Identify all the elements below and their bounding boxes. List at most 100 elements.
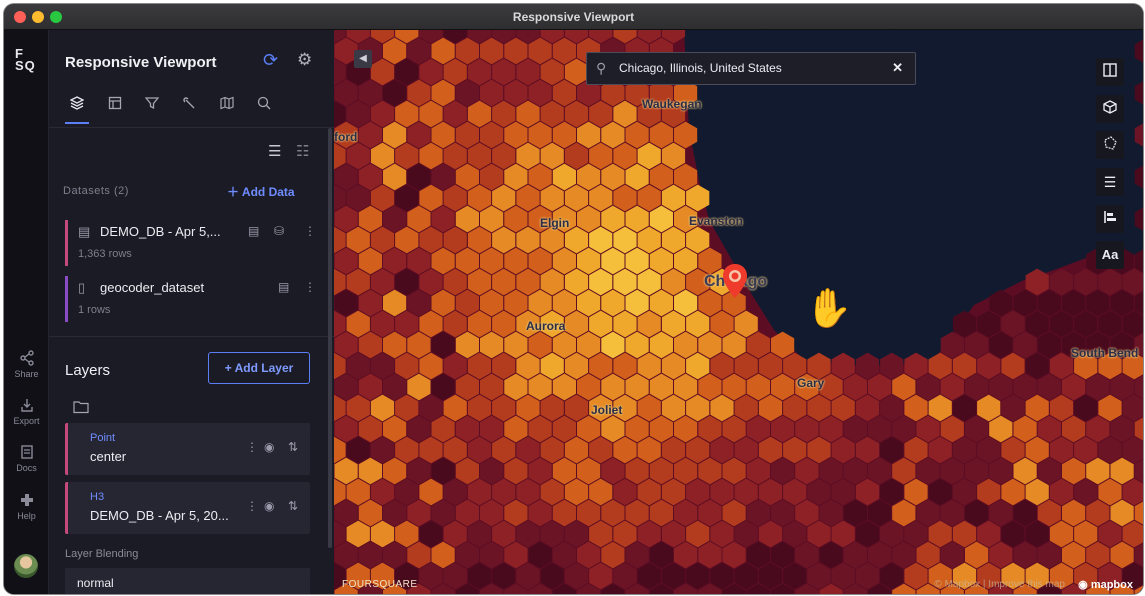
hex-cell <box>492 436 516 464</box>
search-input[interactable] <box>619 61 879 75</box>
hex-cell <box>1001 478 1025 506</box>
layer-order-icon <box>1103 211 1117 227</box>
map-icon <box>220 96 234 113</box>
legend-button[interactable]: ☰ <box>1096 168 1124 196</box>
hex-cell <box>637 184 661 212</box>
hex-cell <box>989 499 1013 527</box>
draw-button[interactable] <box>1096 131 1124 159</box>
labels-button[interactable]: Aa <box>1096 241 1124 269</box>
tab-filters[interactable] <box>140 94 164 124</box>
hex-cell <box>395 520 419 548</box>
hex-cell <box>855 520 880 548</box>
layer-card[interactable]: Point center ⋮ ◉ ⇅ <box>65 423 310 475</box>
close-icon[interactable]: ✕ <box>892 60 903 76</box>
add-group-icon[interactable] <box>73 400 89 417</box>
sort-icon[interactable]: ⇅ <box>288 440 298 454</box>
layer-card[interactable]: H3 DEMO_DB - Apr 5, 20... ⋮ ◉ ⇅ <box>65 482 310 534</box>
add-layer-button[interactable]: + Add Layer <box>208 352 310 384</box>
layer-blending-select[interactable]: normal <box>65 568 310 594</box>
hex-cell <box>1110 457 1134 485</box>
hex-cell <box>480 541 504 569</box>
hex-cell <box>831 562 855 590</box>
docs-button[interactable]: Docs <box>4 444 49 473</box>
hex-cell <box>346 394 370 422</box>
sort-icon[interactable]: ⇅ <box>288 499 298 513</box>
tab-layers[interactable] <box>65 94 89 124</box>
hex-cell <box>492 562 516 590</box>
hex-cell <box>492 352 516 380</box>
help-label: Help <box>17 511 36 521</box>
export-label: Export <box>13 416 40 426</box>
hex-cell <box>1037 499 1061 527</box>
location-pin-icon[interactable] <box>722 263 748 304</box>
hex-cell <box>1110 499 1134 527</box>
layer-order-button[interactable] <box>1096 205 1124 233</box>
tab-effects[interactable] <box>177 94 201 124</box>
more-icon[interactable]: ⋮ <box>304 224 316 238</box>
hex-cell <box>467 394 492 422</box>
detail-view-icon[interactable]: ☷ <box>296 142 309 160</box>
hex-cell <box>989 457 1013 485</box>
hex-cell <box>443 268 467 296</box>
eye-icon[interactable]: ◉ <box>264 499 274 513</box>
hex-cell <box>395 310 419 338</box>
hex-cell <box>564 394 589 422</box>
hex-cell <box>710 562 734 590</box>
table-icon[interactable]: ▤ <box>278 280 289 294</box>
share-button[interactable]: Share <box>4 350 49 379</box>
mapbox-logo[interactable]: ◉ mapbox <box>1078 578 1133 591</box>
gear-icon[interactable]: ⚙ <box>297 50 312 70</box>
hex-cell <box>443 100 467 128</box>
hex-cell <box>492 58 516 86</box>
map-canvas[interactable]: ◀ ⚲ ✕ ☰ Aa <box>334 30 1143 594</box>
tab-basemap[interactable] <box>215 94 239 124</box>
hex-cell <box>516 100 540 128</box>
sync-icon[interactable]: ⟳ <box>263 50 278 71</box>
hex-cell <box>1062 499 1086 527</box>
hex-cell <box>480 247 504 275</box>
list-view-icon[interactable]: ☰ <box>268 142 281 160</box>
hex-cell <box>674 163 698 191</box>
side-panel: Responsive Viewport ⟳ ⚙ ☰ ☷ Datasets (2)… <box>49 30 334 594</box>
hex-cell <box>1013 331 1037 359</box>
table-icon[interactable]: ▤ <box>248 224 259 238</box>
tab-analysis[interactable] <box>252 94 276 124</box>
filter-icon <box>144 97 160 113</box>
database-icon[interactable]: ⛁ <box>274 224 284 238</box>
collapse-panel-button[interactable]: ◀ <box>354 50 372 68</box>
drag-handle-icon[interactable]: ⋮ <box>246 499 258 513</box>
hex-cell <box>540 394 564 422</box>
hex-cell <box>1074 478 1098 506</box>
foursquare-logo[interactable]: F SQ <box>15 47 36 72</box>
hex-cell <box>746 373 770 401</box>
hex-cell <box>346 184 370 212</box>
help-button[interactable]: Help <box>4 492 49 521</box>
hex-cell <box>395 478 419 506</box>
drag-handle-icon[interactable]: ⋮ <box>246 440 258 454</box>
layer-blending-label: Layer Blending <box>65 548 139 560</box>
hex-cell <box>564 268 589 296</box>
export-button[interactable]: Export <box>4 397 49 426</box>
hex-cell <box>467 100 492 128</box>
title-bar: Responsive Viewport <box>4 4 1143 30</box>
add-data-button[interactable]: ＋ Add Data <box>227 183 295 200</box>
map-attribution[interactable]: © Mapbox | Improve this map <box>934 579 1065 590</box>
3d-view-button[interactable] <box>1096 95 1124 123</box>
dataset-item[interactable]: ▯ geocoder_dataset 1 rows ▤ ⋮ <box>65 276 317 322</box>
sidebar-scrollbar[interactable] <box>328 128 332 548</box>
more-icon[interactable]: ⋮ <box>304 280 316 294</box>
tab-interactions[interactable] <box>103 94 127 124</box>
geocoder-search[interactable]: ⚲ ✕ <box>586 52 916 85</box>
city-label: Aurora <box>526 319 566 333</box>
hex-cell <box>564 436 589 464</box>
split-map-button[interactable] <box>1096 58 1124 86</box>
hex-cell <box>455 163 479 191</box>
hex-cell <box>443 562 467 590</box>
hex-cell <box>686 436 710 464</box>
dataset-item[interactable]: ▤ DEMO_DB - Apr 5,... 1,363 rows ▤ ⛁ ⋮ <box>65 220 317 266</box>
eye-icon[interactable]: ◉ <box>264 440 274 454</box>
hex-cell <box>431 457 455 485</box>
avatar[interactable] <box>14 554 38 578</box>
hex-cell <box>649 457 673 485</box>
hex-cell <box>734 436 758 464</box>
